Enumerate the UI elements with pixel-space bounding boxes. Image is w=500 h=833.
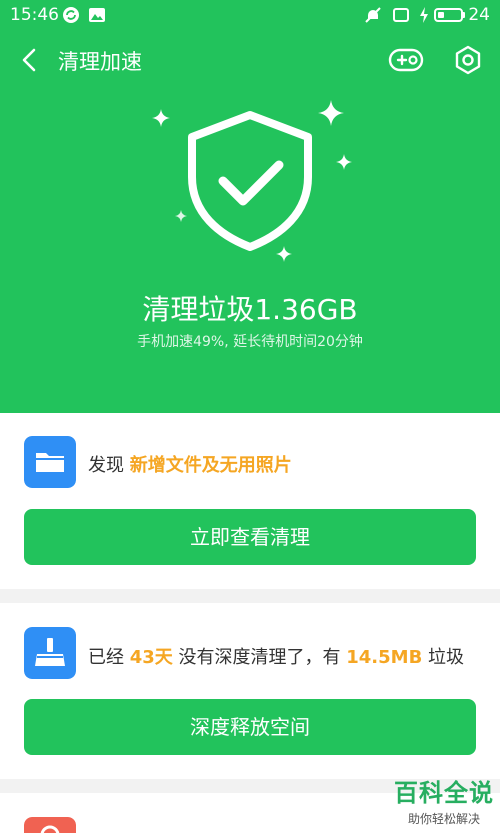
deep-clean-part2: 没有深度清理了，有 — [172, 647, 347, 668]
junk-size: 14.5MB — [346, 647, 423, 668]
deep-clean-message: 已经 43天 没有深度清理了，有 14.5MB 垃圾 — [88, 643, 464, 669]
sparkle-icon — [152, 109, 170, 127]
settings-gear-icon[interactable] — [452, 44, 484, 76]
hero-header: 15:46 24 清理加速 清理垃圾1.36GB 手机加速49%, 延长待机时间… — [0, 0, 500, 413]
image-notification-icon — [89, 8, 105, 22]
deep-clean-part3: 垃圾 — [422, 647, 465, 668]
new-files-highlight: 新增文件及无用照片 — [129, 455, 292, 476]
charging-icon — [420, 7, 428, 23]
screen-icon — [393, 8, 409, 22]
deep-clean-card: 已经 43天 没有深度清理了，有 14.5MB 垃圾 深度释放空间 — [0, 603, 500, 779]
sync-icon — [63, 7, 79, 23]
sparkle-icon — [276, 246, 292, 262]
new-files-message: 发现 新增文件及无用照片 — [88, 451, 292, 477]
watermark-title: 百科全说 — [394, 779, 494, 807]
back-arrow-icon[interactable] — [16, 46, 44, 74]
broom-icon — [24, 627, 76, 679]
new-files-card: 发现 新增文件及无用照片 立即查看清理 — [0, 413, 500, 589]
deep-clean-part1: 已经 — [88, 647, 130, 668]
status-bar: 15:46 24 — [0, 0, 500, 32]
battery-level: 24 — [468, 5, 490, 25]
shield-check-icon — [188, 111, 312, 251]
cleanup-summary-title: 清理垃圾1.36GB — [142, 293, 358, 326]
days-since-clean: 43天 — [129, 647, 173, 668]
folder-icon — [24, 436, 76, 488]
watermark: 百科全说 助你轻松解决 — [394, 773, 494, 827]
sparkle-icon — [175, 210, 187, 222]
watermark-subtitle: 助你轻松解决 — [407, 812, 480, 826]
battery-icon — [434, 8, 465, 22]
game-mode-icon[interactable] — [388, 46, 424, 74]
page-title: 清理加速 — [58, 50, 142, 74]
mute-icon — [365, 7, 381, 23]
cleanup-summary-subtitle: 手机加速49%, 延长待机时间20分钟 — [137, 334, 363, 350]
new-files-prefix: 发现 — [88, 455, 130, 476]
app-icon — [24, 817, 76, 833]
status-time: 15:46 — [10, 5, 59, 25]
view-and-clean-button[interactable]: 立即查看清理 — [24, 509, 476, 565]
app-bar: 清理加速 — [0, 36, 500, 84]
deep-release-space-button[interactable]: 深度释放空间 — [24, 699, 476, 755]
sparkle-icon — [318, 100, 344, 126]
sparkle-icon — [336, 154, 352, 170]
